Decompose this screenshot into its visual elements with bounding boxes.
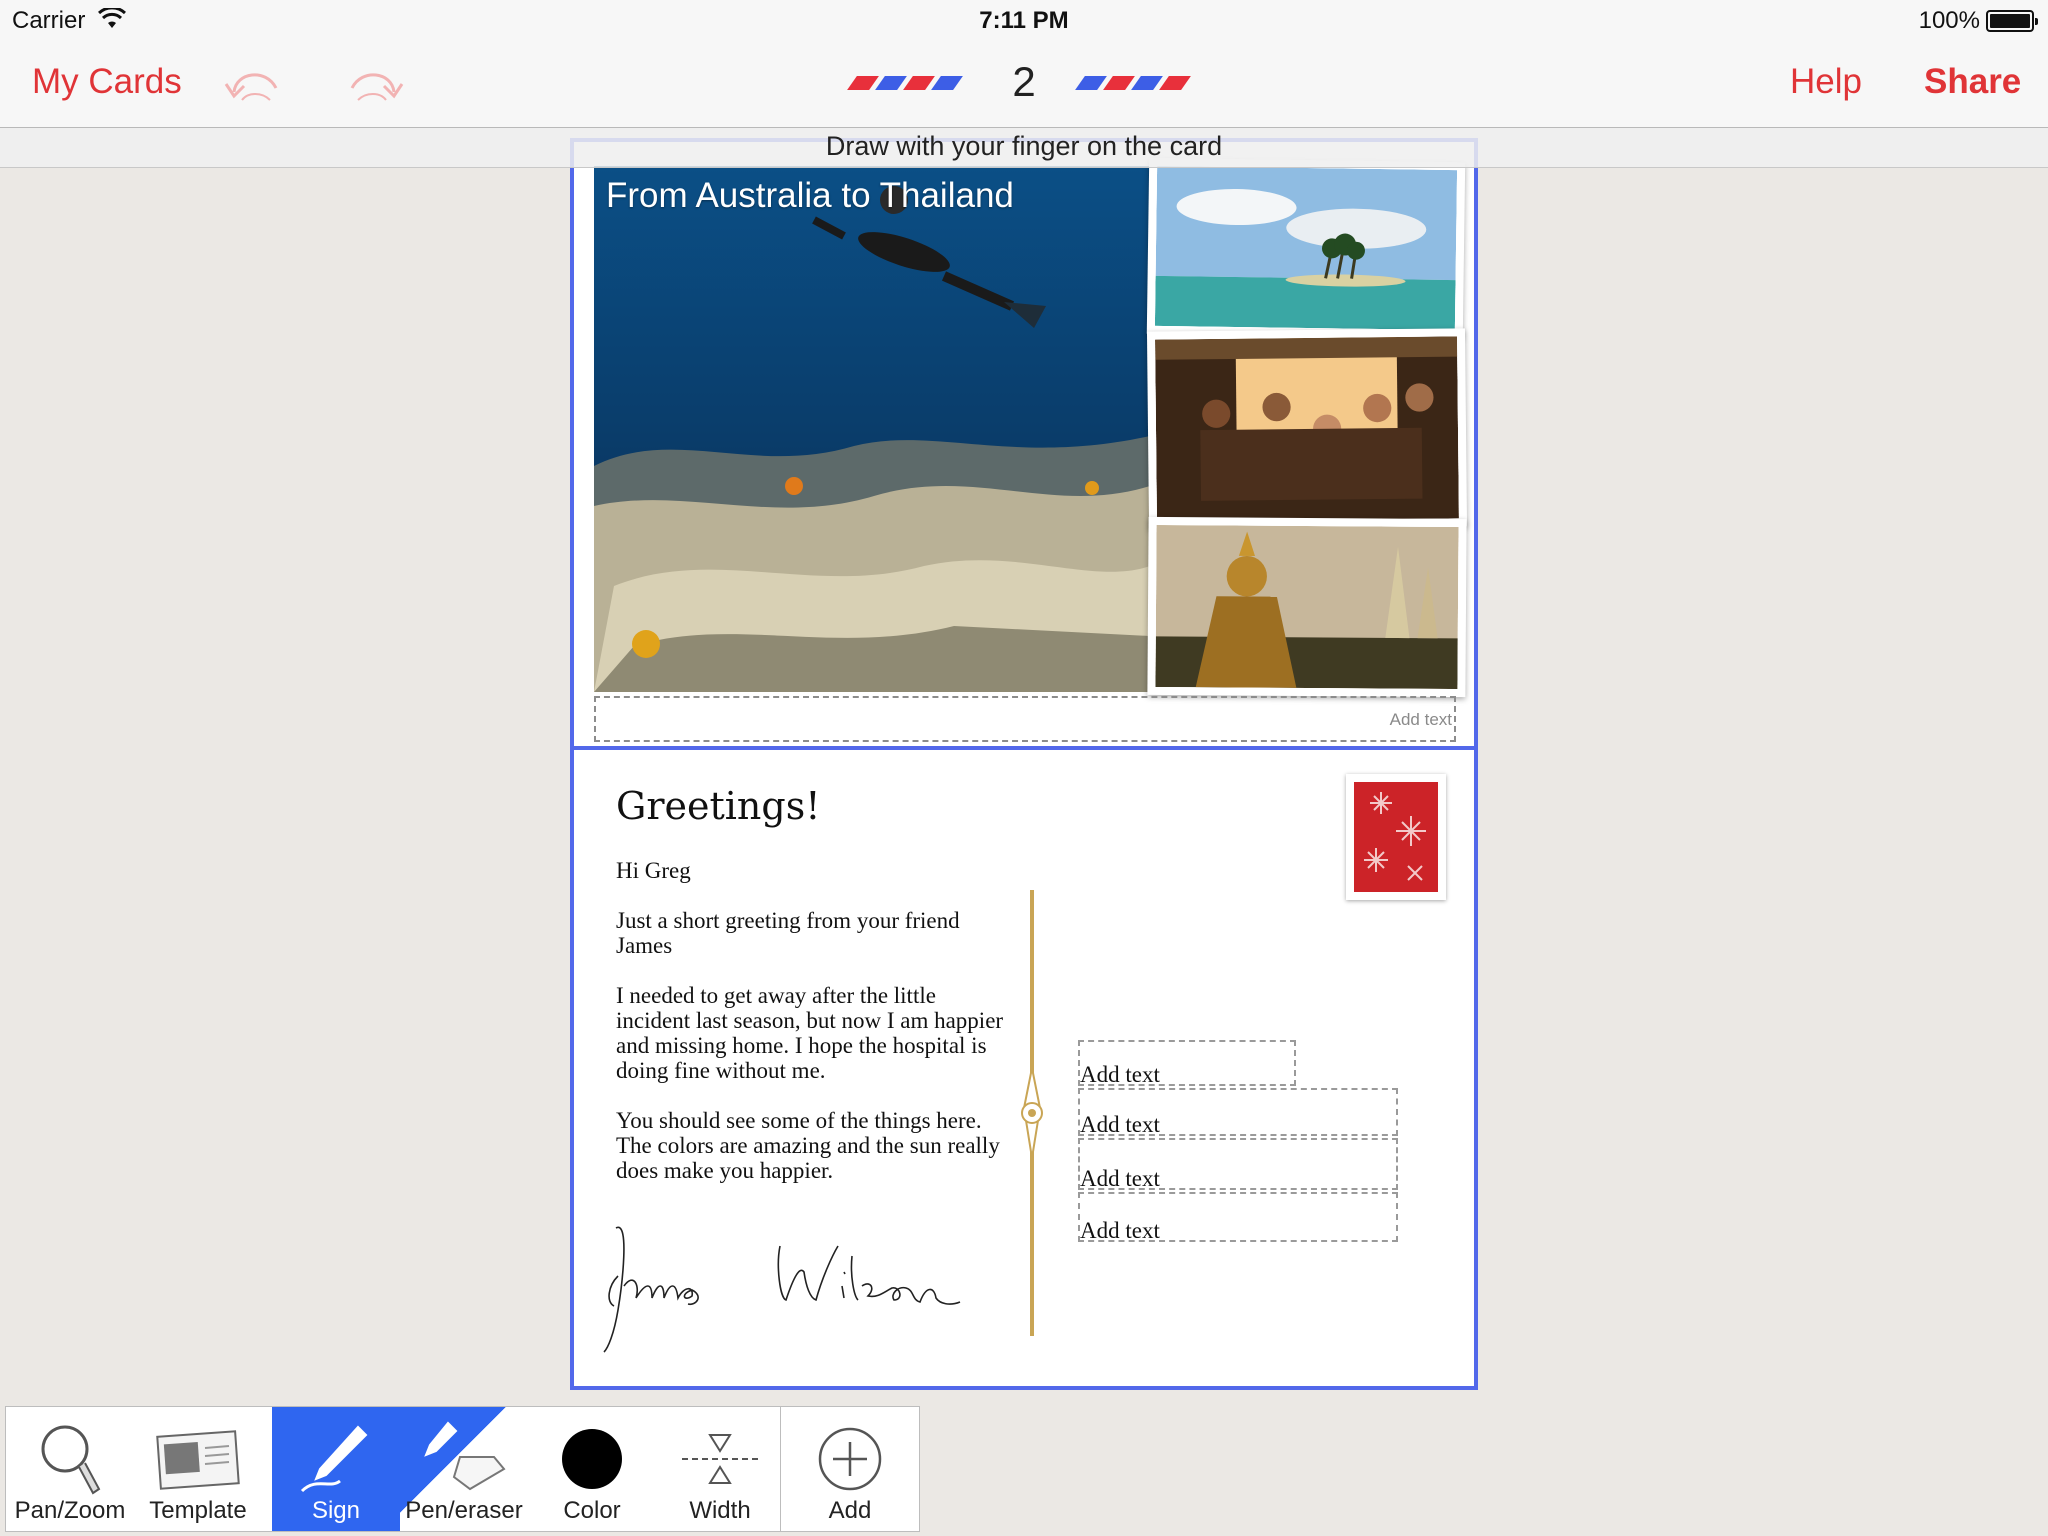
- message-paragraph: Hi Greg: [616, 858, 691, 883]
- color-tool[interactable]: Color: [528, 1407, 656, 1531]
- handwritten-signature[interactable]: [600, 1216, 990, 1356]
- navigation-bar: My Cards 2 Help Share: [0, 42, 2048, 128]
- address-placeholder: Add text: [1080, 1218, 1160, 1243]
- address-placeholder: Add text: [1080, 1166, 1160, 1191]
- sign-tool[interactable]: Sign: [272, 1407, 400, 1531]
- message-paragraph: Just a short greeting from your friend J…: [616, 908, 960, 958]
- tool-label: Add: [828, 1497, 872, 1524]
- clock: 7:11 PM: [979, 7, 1069, 34]
- draw-hint: Draw with your finger on the card: [825, 131, 1223, 161]
- add-tool[interactable]: Add: [786, 1407, 914, 1531]
- pen-eraser-tool[interactable]: Pen/eraser: [400, 1407, 528, 1531]
- message-body[interactable]: Hi Greg Just a short greeting from your …: [616, 858, 1006, 1208]
- message-paragraph: I needed to get away after the little in…: [616, 983, 1004, 1083]
- tool-label: Pan/Zoom: [14, 1497, 126, 1524]
- address-placeholder: Add text: [1080, 1112, 1160, 1137]
- width-icon: [682, 1434, 758, 1484]
- tool-label: Pen/eraser: [405, 1497, 523, 1524]
- pen-icon: [300, 1425, 368, 1493]
- postage-stamp[interactable]: [1346, 774, 1446, 900]
- battery-icon: [1986, 10, 2038, 32]
- add-circle-icon: [818, 1427, 882, 1491]
- bottom-toolbar: Pan/Zoom Template Sign Pen/eraser Color …: [5, 1406, 920, 1532]
- photo-island[interactable]: [1146, 157, 1466, 339]
- tool-label: Sign: [311, 1497, 361, 1524]
- page-number: 2: [1012, 58, 1036, 105]
- photo-temple[interactable]: [1147, 516, 1467, 698]
- tool-label: Color: [563, 1497, 621, 1524]
- address-placeholder: Add text: [1080, 1062, 1160, 1087]
- greeting-heading[interactable]: Greetings!: [616, 784, 821, 828]
- status-bar: Carrier 7:11 PM 100%: [0, 0, 2048, 42]
- pan-zoom-tool[interactable]: Pan/Zoom: [6, 1407, 134, 1531]
- front-caption-placeholder: Add text: [1389, 710, 1452, 729]
- magnifier-icon: [41, 1425, 101, 1495]
- card-title[interactable]: From Australia to Thailand: [606, 176, 1014, 216]
- message-paragraph: You should see some of the things here. …: [616, 1108, 1000, 1183]
- template-tool[interactable]: Template: [134, 1407, 262, 1531]
- battery-percent: 100%: [1918, 7, 1980, 34]
- main-photo-diver[interactable]: [594, 166, 1150, 692]
- front-caption-field[interactable]: Add text: [594, 696, 1456, 742]
- help-button[interactable]: Help: [1790, 62, 1862, 102]
- photo-friends[interactable]: [1146, 328, 1468, 530]
- color-swatch-icon: [562, 1429, 622, 1489]
- share-button[interactable]: Share: [1924, 62, 2021, 102]
- tool-label: Width: [689, 1497, 751, 1524]
- width-tool[interactable]: Width: [656, 1407, 784, 1531]
- pen-eraser-icon: [424, 1421, 506, 1491]
- airmail-stripes-right: [1075, 76, 1191, 92]
- template-icon: [156, 1430, 240, 1490]
- divider-ornament-icon: [1021, 1068, 1043, 1158]
- tool-label: Template: [149, 1497, 247, 1524]
